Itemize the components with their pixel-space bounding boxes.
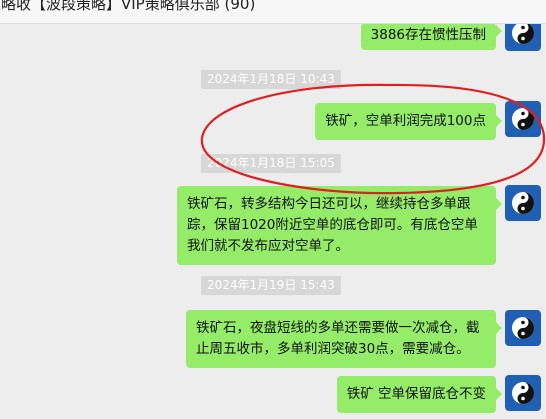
chat-window: 策略收【波段策略】VIP策略俱乐部 (90) 3886存在惯性压制 2024年1… [0, 0, 546, 419]
timestamp: 2024年1月18日 15:05 [201, 154, 341, 173]
message-text: 铁矿石，夜盘短线的多单还需要做一次减仓，截止周五收市，多单利润突破30点，需要减… [196, 320, 480, 357]
chat-title: 策略收【波段策略】VIP策略俱乐部 (90) [0, 0, 256, 13]
title-bar: 策略收【波段策略】VIP策略俱乐部 (90) [0, 0, 546, 24]
message-bubble[interactable]: 3886存在惯性压制 [360, 24, 503, 50]
yin-yang-icon [512, 192, 534, 214]
avatar[interactable] [505, 24, 541, 51]
message-bubble[interactable]: 铁矿石，转多结构今日还可以，继续持仓多单跟踪，保留1020附近空单的底仓即可。有… [177, 186, 502, 265]
message-bubble[interactable]: 铁矿 空单保留底仓不变 [336, 376, 503, 413]
message-text: 铁矿石，转多结构今日还可以，继续持仓多单跟踪，保留1020附近空单的底仓即可。有… [187, 196, 478, 254]
avatar[interactable] [505, 101, 541, 137]
yin-yang-icon [512, 108, 534, 130]
avatar[interactable] [505, 310, 541, 346]
message-text: 铁矿 空单保留底仓不变 [346, 386, 486, 402]
message-text: 铁矿，空单利润完成100点 [325, 113, 486, 129]
message-list[interactable]: 3886存在惯性压制 2024年1月18日 10:43 铁矿，空单利润完成100… [0, 24, 546, 419]
message-text: 3886存在惯性压制 [370, 27, 486, 43]
message-bubble[interactable]: 铁矿，空单利润完成100点 [315, 103, 502, 140]
timestamp: 2024年1月18日 10:43 [201, 70, 341, 89]
avatar[interactable] [505, 375, 541, 411]
timestamp: 2024年1月19日 15:43 [201, 276, 341, 295]
yin-yang-icon [512, 317, 534, 339]
yin-yang-icon [512, 382, 534, 404]
message-bubble[interactable]: 铁矿石，夜盘短线的多单还需要做一次减仓，截止周五收市，多单利润突破30点，需要减… [186, 310, 502, 368]
yin-yang-icon [512, 24, 534, 44]
avatar[interactable] [505, 185, 541, 221]
